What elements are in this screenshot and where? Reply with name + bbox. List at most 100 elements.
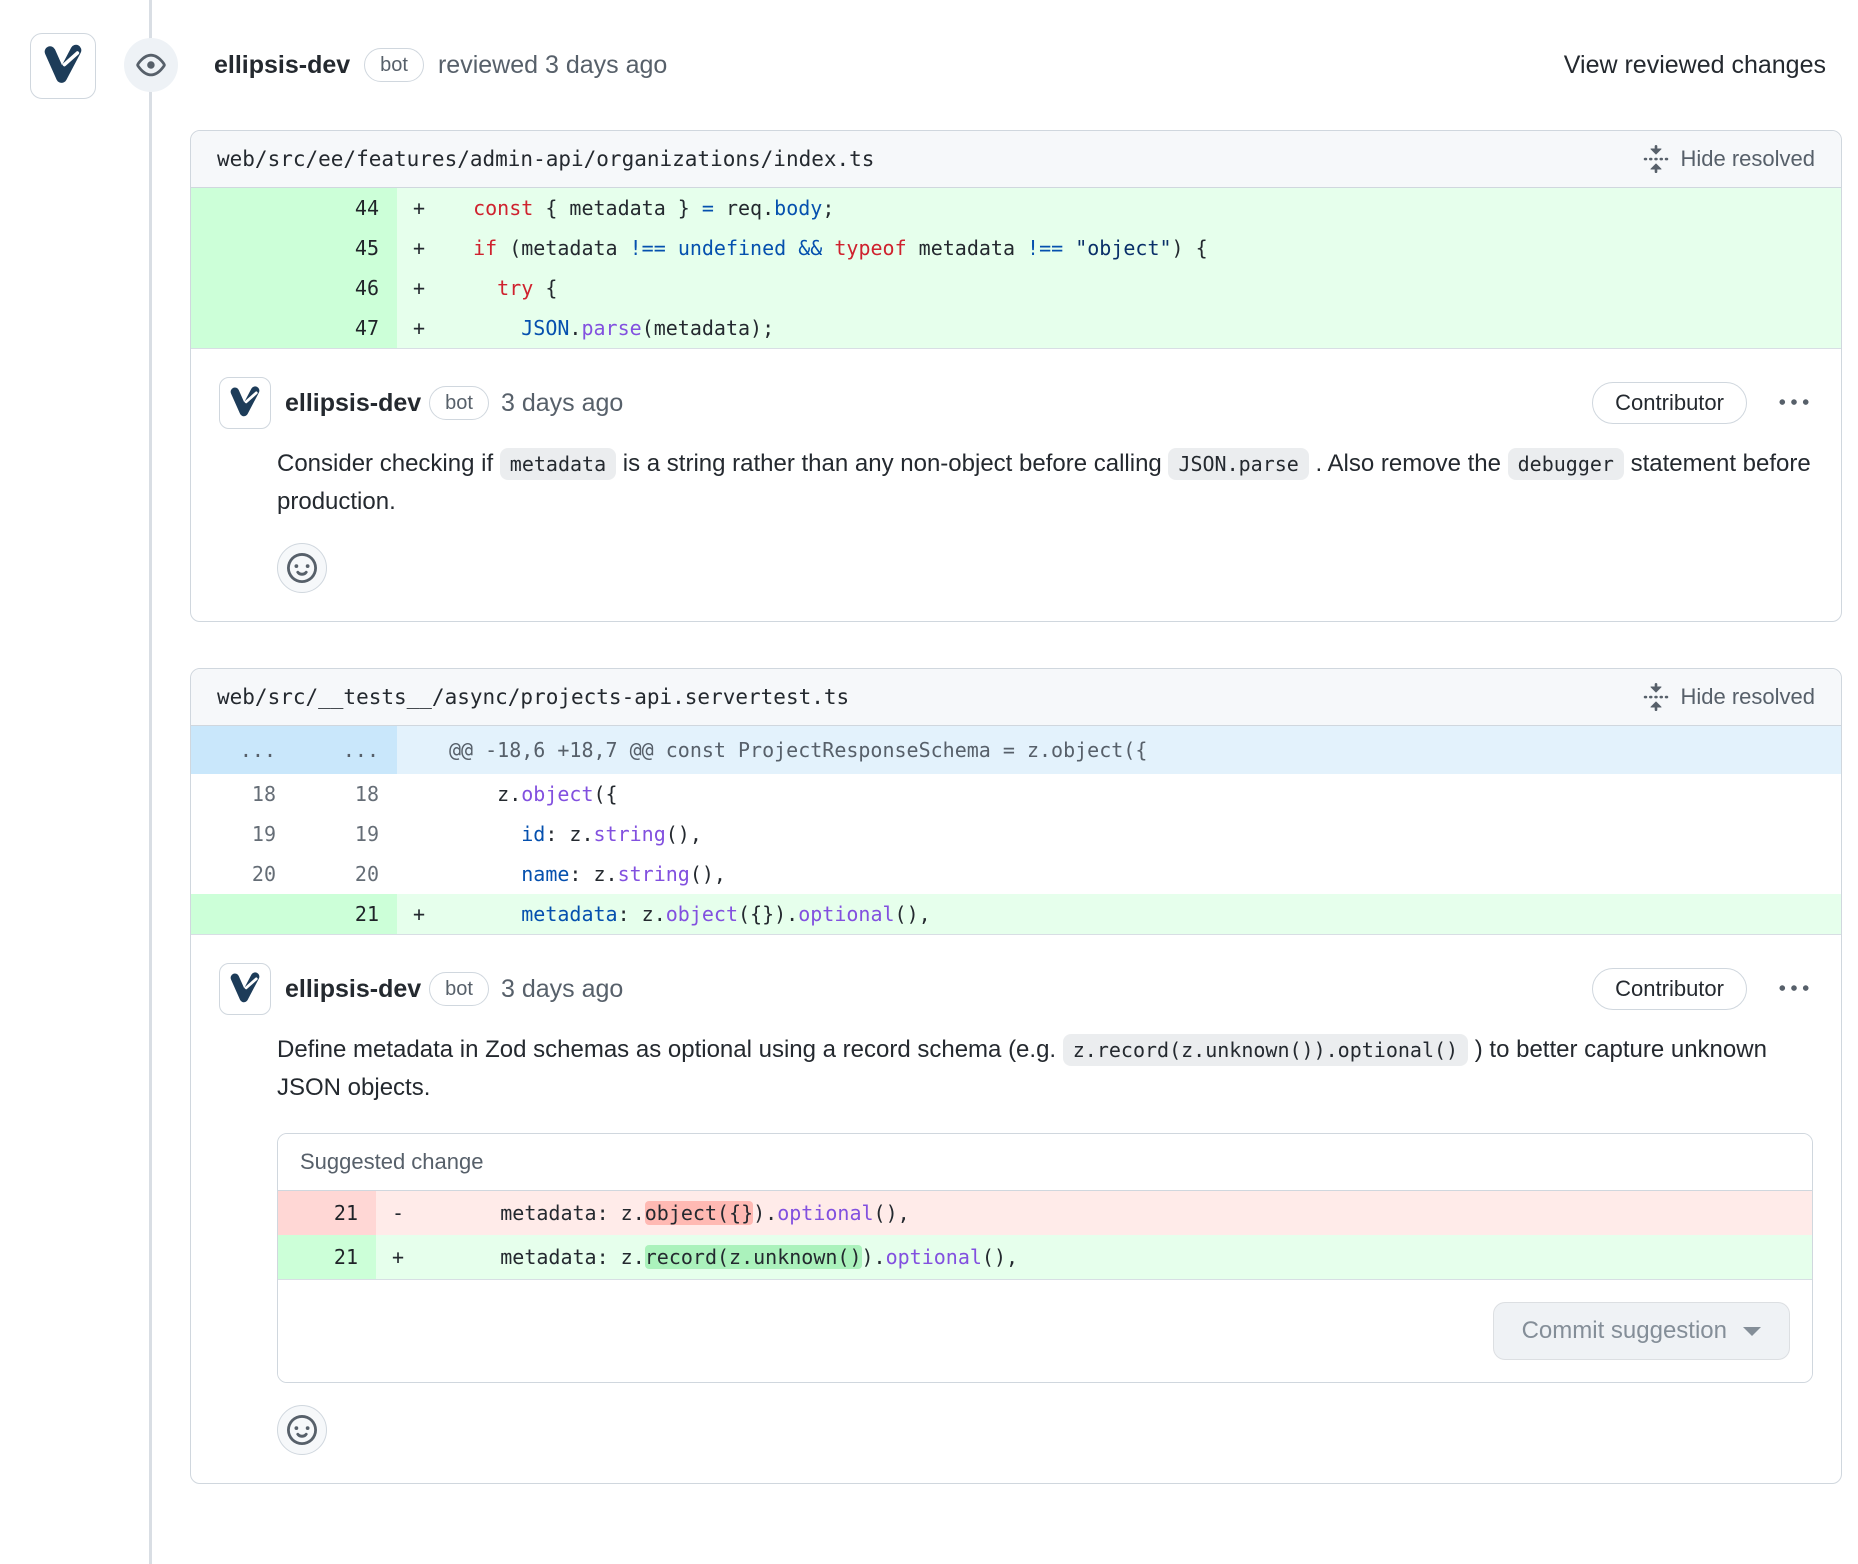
bot-badge: bot — [429, 386, 489, 420]
old-line-number: ... — [191, 726, 294, 774]
old-line-number — [191, 268, 294, 308]
suggested-change-block: Suggested change 21- metadata: z.object(… — [277, 1133, 1813, 1383]
smiley-icon — [287, 1415, 317, 1445]
review-header: ellipsis-dev bot reviewed 3 days ago Vie… — [214, 48, 1826, 82]
hide-resolved-button[interactable]: Hide resolved — [1642, 145, 1815, 173]
code-line: + try { — [397, 268, 1841, 308]
diff-code-row: 45+ if (metadata !== undefined && typeof… — [191, 228, 1841, 268]
inline-code: JSON.parse — [1168, 448, 1308, 480]
avatar[interactable] — [219, 963, 271, 1015]
suggestion-footer: Commit suggestion — [278, 1279, 1812, 1382]
comment-body: Define metadata in Zod schemas as option… — [277, 1031, 1813, 1107]
old-line-number — [191, 894, 294, 935]
add-reaction-button[interactable] — [277, 543, 327, 593]
suggestion-code-line: - metadata: z.object({}).optional(), — [376, 1191, 1812, 1235]
old-line-number — [191, 308, 294, 349]
suggestion-added-line: 21+ metadata: z.record(z.unknown()).opti… — [278, 1235, 1812, 1279]
review-threads: web/src/ee/features/admin-api/organizati… — [190, 130, 1842, 1484]
new-line-number: 44 — [294, 188, 397, 228]
commit-suggestion-button[interactable]: Commit suggestion — [1493, 1302, 1790, 1360]
ellipsis-logo-icon — [227, 385, 263, 421]
review-comment: ellipsis-dev bot 3 days ago Contributor … — [191, 935, 1841, 1483]
code-line: name: z.string(), — [397, 854, 1841, 894]
old-line-number: 18 — [191, 774, 294, 814]
code-line: + metadata: z.object({}).optional(), — [397, 894, 1841, 935]
old-line-number: 19 — [191, 814, 294, 854]
new-line-number: 18 — [294, 774, 397, 814]
smiley-icon — [287, 553, 317, 583]
bot-badge: bot — [364, 48, 424, 82]
commit-suggestion-label: Commit suggestion — [1522, 1317, 1727, 1345]
inline-code: debugger — [1508, 448, 1624, 480]
new-line-number: 47 — [294, 308, 397, 349]
view-reviewed-changes-link[interactable]: View reviewed changes — [1564, 51, 1826, 80]
eye-icon — [124, 38, 178, 92]
comment-header: ellipsis-dev bot 3 days ago Contributor — [219, 963, 1813, 1015]
contributor-badge: Contributor — [1592, 968, 1747, 1010]
comment-author[interactable]: ellipsis-dev — [285, 975, 421, 1004]
suggestion-line-number: 21 — [278, 1191, 376, 1235]
suggested-change-title: Suggested change — [278, 1134, 1812, 1191]
diff-code-row: 2020 name: z.string(), — [191, 854, 1841, 894]
suggestion-line-number: 21 — [278, 1235, 376, 1279]
kebab-menu-button[interactable] — [1775, 970, 1813, 1008]
suggestion-deleted-line: 21- metadata: z.object({}).optional(), — [278, 1191, 1812, 1235]
hide-resolved-button[interactable]: Hide resolved — [1642, 683, 1815, 711]
diff-table: ......@@ -18,6 +18,7 @@ const ProjectRes… — [191, 726, 1841, 935]
contributor-badge: Contributor — [1592, 382, 1747, 424]
diff-hunk-row: ......@@ -18,6 +18,7 @@ const ProjectRes… — [191, 726, 1841, 774]
code-line: + if (metadata !== undefined && typeof m… — [397, 228, 1841, 268]
new-line-number: 21 — [294, 894, 397, 935]
review-thread-card: web/src/ee/features/admin-api/organizati… — [190, 130, 1842, 622]
bot-badge: bot — [429, 972, 489, 1006]
review-comment: ellipsis-dev bot 3 days ago Contributor … — [191, 349, 1841, 621]
code-line: + JSON.parse(metadata); — [397, 308, 1841, 349]
code-line: z.object({ — [397, 774, 1841, 814]
review-thread-card: web/src/__tests__/async/projects-api.ser… — [190, 668, 1842, 1484]
comment-timestamp[interactable]: 3 days ago — [501, 389, 623, 418]
new-line-number: ... — [294, 726, 397, 774]
review-action-text: reviewed 3 days ago — [438, 51, 667, 80]
new-line-number: 19 — [294, 814, 397, 854]
old-line-number — [191, 188, 294, 228]
diff-code-row: 1919 id: z.string(), — [191, 814, 1841, 854]
triangle-down-icon — [1743, 1327, 1761, 1345]
comment-header: ellipsis-dev bot 3 days ago Contributor — [219, 377, 1813, 429]
comment-timestamp[interactable]: 3 days ago — [501, 975, 623, 1004]
old-line-number: 20 — [191, 854, 294, 894]
comment-author[interactable]: ellipsis-dev — [285, 389, 421, 418]
add-reaction-button[interactable] — [277, 1405, 327, 1455]
file-path[interactable]: web/src/ee/features/admin-api/organizati… — [217, 147, 874, 171]
code-line: + const { metadata } = req.body; — [397, 188, 1841, 228]
diff-code-row: 1818 z.object({ — [191, 774, 1841, 814]
diff-code-row: 46+ try { — [191, 268, 1841, 308]
hunk-header-text: @@ -18,6 +18,7 @@ const ProjectResponseS… — [397, 726, 1841, 774]
ellipsis-logo-icon — [227, 971, 263, 1007]
diff-code-row: 21+ metadata: z.object({}).optional(), — [191, 894, 1841, 935]
fold-icon — [1642, 145, 1670, 173]
inline-code: z.record(z.unknown()).optional() — [1063, 1034, 1468, 1066]
suggestion-diff-table: 21- metadata: z.object({}).optional(),21… — [278, 1191, 1812, 1279]
new-line-number: 45 — [294, 228, 397, 268]
avatar[interactable] — [219, 377, 271, 429]
ellipsis-logo-icon — [40, 43, 86, 89]
old-line-number — [191, 228, 294, 268]
hide-resolved-label: Hide resolved — [1680, 146, 1815, 172]
comment-body: Consider checking if metadata is a strin… — [277, 445, 1813, 521]
review-author[interactable]: ellipsis-dev — [214, 51, 350, 80]
diff-table: 44+ const { metadata } = req.body;45+ if… — [191, 188, 1841, 349]
timeline-line — [149, 0, 152, 1564]
hide-resolved-label: Hide resolved — [1680, 684, 1815, 710]
file-header: web/src/__tests__/async/projects-api.ser… — [191, 669, 1841, 726]
code-line: id: z.string(), — [397, 814, 1841, 854]
diff-code-row: 44+ const { metadata } = req.body; — [191, 188, 1841, 228]
file-header: web/src/ee/features/admin-api/organizati… — [191, 131, 1841, 188]
fold-icon — [1642, 683, 1670, 711]
new-line-number: 46 — [294, 268, 397, 308]
file-path[interactable]: web/src/__tests__/async/projects-api.ser… — [217, 685, 849, 709]
avatar[interactable] — [30, 33, 96, 99]
kebab-menu-button[interactable] — [1775, 384, 1813, 422]
inline-code: metadata — [500, 448, 616, 480]
new-line-number: 20 — [294, 854, 397, 894]
suggestion-code-line: + metadata: z.record(z.unknown()).option… — [376, 1235, 1812, 1279]
